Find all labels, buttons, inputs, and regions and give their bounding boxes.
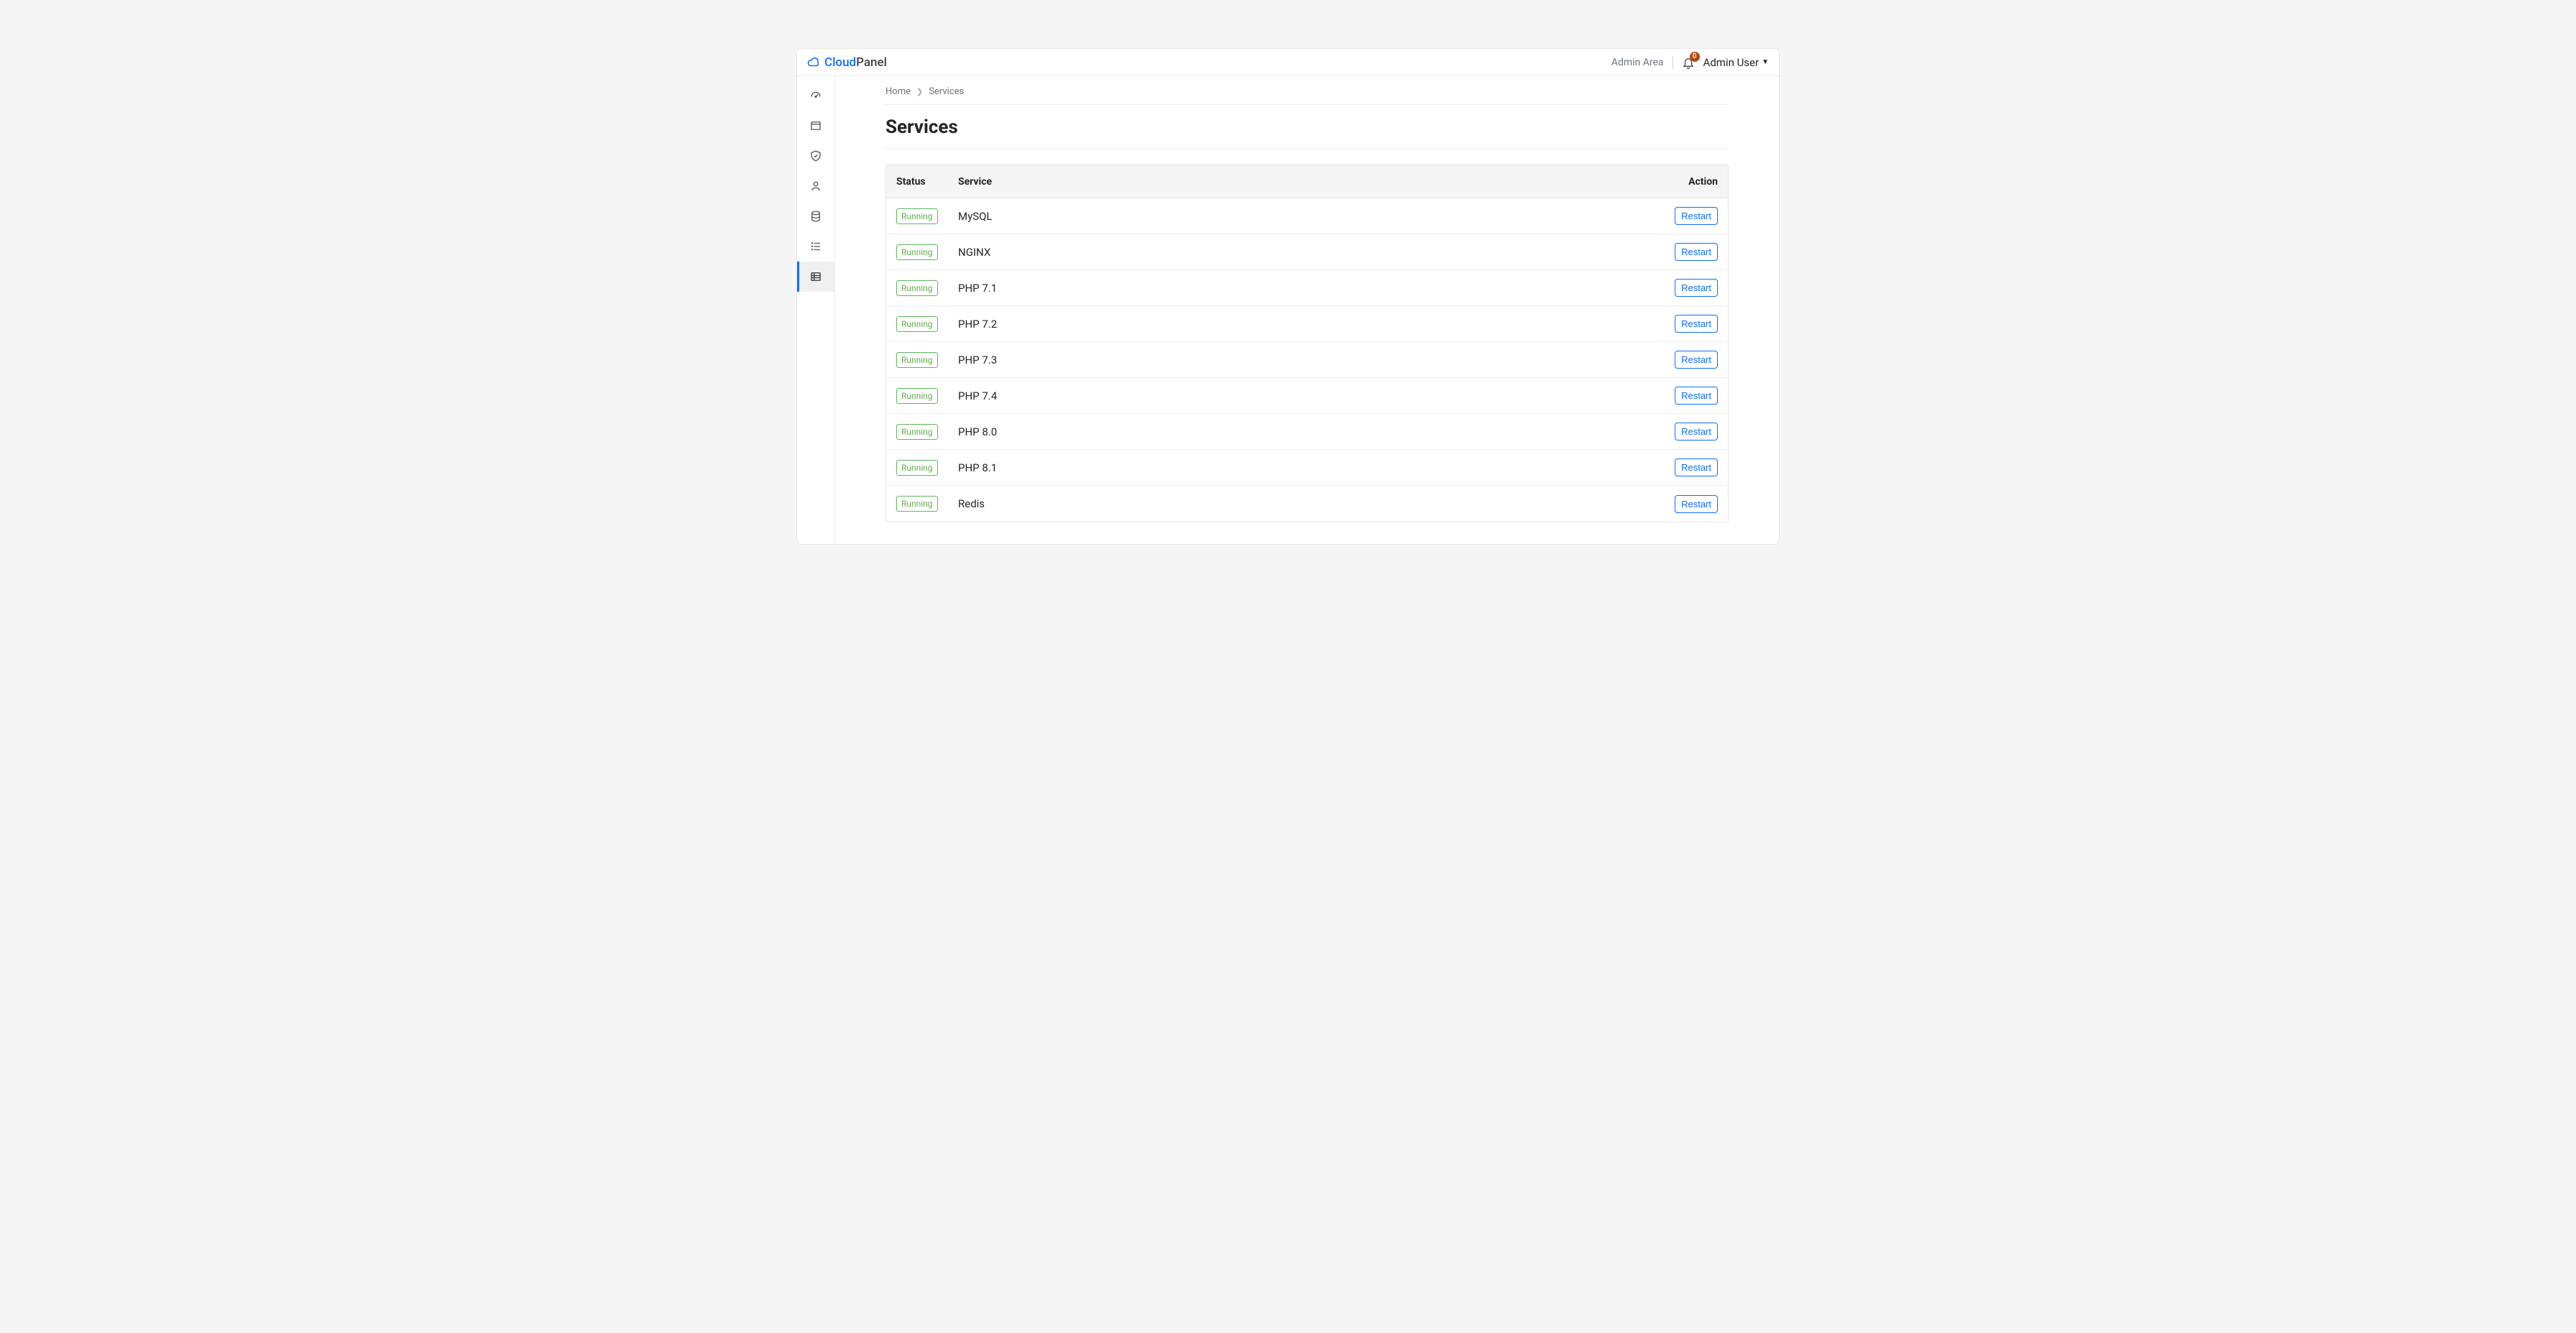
service-name: PHP 7.4 [958,389,997,402]
page-title: Services [886,116,1729,138]
table-row: Running PHP 8.1 Restart [886,450,1728,486]
user-icon [809,180,822,193]
sidebar-item-dashboard[interactable] [797,80,834,111]
status-badge: Running [896,496,938,512]
table-row: Running MySQL Restart [886,198,1728,234]
restart-button[interactable]: Restart [1675,351,1718,369]
sidebar-item-cron[interactable] [797,231,834,262]
restart-button[interactable]: Restart [1675,315,1718,333]
table-row: Running PHP 7.2 Restart [886,306,1728,342]
table-header: Status Service Action [886,165,1728,198]
sidebar-item-sites[interactable] [797,111,834,141]
breadcrumb: Home ❯ Services [886,86,1729,105]
service-name: PHP 7.3 [958,354,997,366]
services-icon [809,270,822,283]
checklist-icon [809,240,822,253]
restart-button[interactable]: Restart [1675,495,1718,513]
window-icon [809,119,822,132]
restart-button[interactable]: Restart [1675,387,1718,405]
restart-button[interactable]: Restart [1675,458,1718,476]
table-row: Running PHP 8.0 Restart [886,414,1728,450]
table-row: Running PHP 7.3 Restart [886,342,1728,378]
sidebar [797,76,835,544]
services-table: Status Service Action Running MySQL Restar… [886,165,1729,522]
restart-button[interactable]: Restart [1675,423,1718,441]
breadcrumb-current: Services [929,86,964,97]
brand[interactable]: CloudPanel [807,55,887,70]
sidebar-item-services[interactable] [797,262,834,292]
status-badge: Running [896,460,938,476]
breadcrumb-home[interactable]: Home [886,86,911,97]
service-name: MySQL [958,210,993,223]
service-name: PHP 8.0 [958,425,997,438]
status-badge: Running [896,388,938,404]
table-row: Running Redis Restart [886,486,1728,522]
notifications-badge: 0 [1690,52,1700,62]
admin-area-link[interactable]: Admin Area [1611,57,1664,68]
chevron-right-icon: ❯ [916,87,923,96]
user-menu[interactable]: Admin User ▼ [1703,56,1769,69]
user-name: Admin User [1703,56,1760,69]
topbar-right: Admin Area 0 Admin User ▼ [1611,56,1769,69]
service-name: PHP 7.2 [958,318,997,331]
chevron-down-icon: ▼ [1762,58,1769,66]
service-name: PHP 8.1 [958,461,997,474]
status-badge: Running [896,208,938,224]
status-badge: Running [896,244,938,260]
table-row: Running NGINX Restart [886,234,1728,270]
cloud-logo-icon [807,56,820,69]
header-status: Status [886,176,958,188]
status-badge: Running [896,316,938,332]
header-action: Action [1656,176,1728,188]
notifications-button[interactable]: 0 [1682,56,1695,69]
restart-button[interactable]: Restart [1675,243,1718,261]
body: Home ❯ Services Services Status Service … [797,76,1779,544]
service-name: PHP 7.1 [958,282,997,295]
app-frame: CloudPanel Admin Area 0 Admin User ▼ [797,49,1779,544]
table-row: Running PHP 7.4 Restart [886,378,1728,414]
status-badge: Running [896,280,938,296]
table-body: RunningMySQLRestartRunningNGINXRestartRu… [886,198,1728,522]
sidebar-item-users[interactable] [797,171,834,201]
rule [886,148,1729,149]
header-service: Service [958,176,1656,188]
topbar: CloudPanel Admin Area 0 Admin User ▼ [797,49,1779,76]
brand-text: CloudPanel [824,55,887,70]
shield-icon [809,149,822,162]
status-badge: Running [896,424,938,440]
service-name: Redis [958,497,985,510]
restart-button[interactable]: Restart [1675,207,1718,225]
status-badge: Running [896,352,938,368]
sidebar-item-databases[interactable] [797,201,834,231]
service-name: NGINX [958,246,990,259]
content: Home ❯ Services Services Status Service … [835,76,1779,544]
database-icon [809,210,822,223]
sidebar-item-security[interactable] [797,141,834,171]
gauge-icon [809,89,822,102]
table-row: Running PHP 7.1 Restart [886,270,1728,306]
restart-button[interactable]: Restart [1675,279,1718,297]
